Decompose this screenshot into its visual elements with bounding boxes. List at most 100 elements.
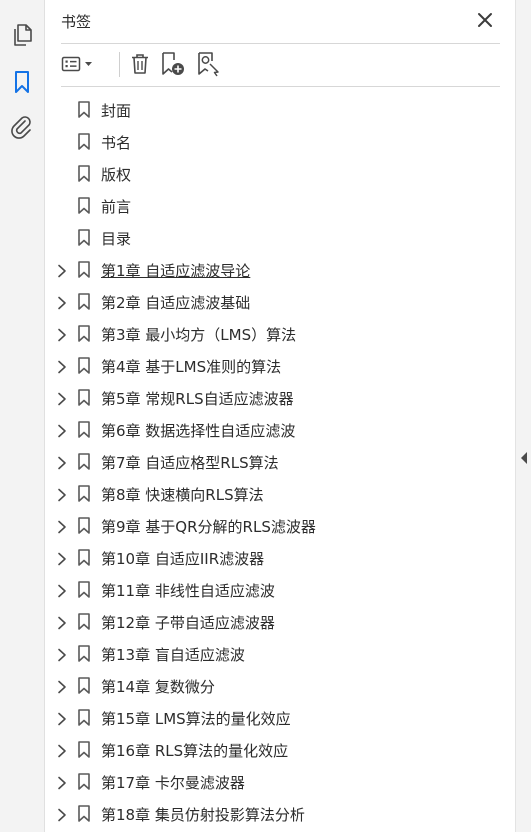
bookmark-tree: 封面书名版权前言目录第1章 自适应滤波导论 第2章 自适应滤波基础第3章 最小均方… <box>45 93 515 829</box>
bookmark-label[interactable]: 书名 <box>101 132 131 153</box>
new-bookmark-button[interactable] <box>159 52 187 76</box>
list-options-icon <box>61 56 92 72</box>
bookmark-label[interactable]: 第17章 卡尔曼滤波器 <box>101 772 245 793</box>
bookmark-item[interactable]: 第11章 非线性自适应滤波 <box>45 573 515 605</box>
bookmark-label[interactable]: 第15章 LMS算法的量化效应 <box>101 708 291 729</box>
chevron-right-icon[interactable] <box>57 263 67 278</box>
bookmark-icon <box>78 325 90 342</box>
bookmark-label[interactable]: 第1章 自适应滤波导论 <box>101 260 250 281</box>
chevron-right-icon[interactable] <box>57 519 67 534</box>
bookmark-item[interactable]: 前言 <box>45 189 515 221</box>
bookmark-label[interactable]: 第9章 基于QR分解的RLS滤波器 <box>101 516 316 537</box>
bookmark-item[interactable]: 第1章 自适应滤波导论 <box>45 253 515 285</box>
bookmark-item[interactable]: 第8章 快速横向RLS算法 <box>45 477 515 509</box>
chevron-right-icon[interactable] <box>57 423 67 438</box>
chevron-right-icon[interactable] <box>57 295 67 310</box>
bookmark-icon <box>78 133 90 150</box>
bookmark-icon <box>78 293 90 310</box>
bookmark-item[interactable]: 第15章 LMS算法的量化效应 <box>45 701 515 733</box>
bookmark-icon <box>78 613 90 630</box>
bookmark-label[interactable]: 第4章 基于LMS准则的算法 <box>101 356 281 377</box>
bookmark-label[interactable]: 前言 <box>101 196 131 217</box>
bookmark-label[interactable]: 第18章 集员仿射投影算法分析 <box>101 804 305 825</box>
bookmark-item[interactable]: 第14章 复数微分 <box>45 669 515 701</box>
bookmark-label[interactable]: 第13章 盲自适应滤波 <box>101 644 245 665</box>
chevron-right-icon[interactable] <box>57 647 67 662</box>
bookmark-item[interactable]: 版权 <box>45 157 515 189</box>
bookmark-icon <box>78 165 90 182</box>
chevron-right-icon[interactable] <box>57 743 67 758</box>
bookmark-search-icon <box>198 52 219 77</box>
bookmark-item[interactable]: 第10章 自适应IIR滤波器 <box>45 541 515 573</box>
chevron-right-icon[interactable] <box>57 551 67 566</box>
bookmark-icon <box>78 101 90 118</box>
bookmark-label[interactable]: 第14章 复数微分 <box>101 676 215 697</box>
bookmark-label[interactable]: 第2章 自适应滤波基础 <box>101 292 250 313</box>
chevron-right-icon[interactable] <box>57 327 67 342</box>
bookmark-label[interactable]: 第11章 非线性自适应滤波 <box>101 580 275 601</box>
bookmark-label[interactable]: 第10章 自适应IIR滤波器 <box>101 548 264 569</box>
chevron-right-icon[interactable] <box>57 359 67 374</box>
bookmark-item[interactable]: 第12章 子带自适应滤波器 <box>45 605 515 637</box>
bookmark-item[interactable]: 第18章 集员仿射投影算法分析 <box>45 797 515 829</box>
close-icon[interactable] <box>476 11 494 29</box>
chevron-right-icon[interactable] <box>57 487 67 502</box>
delete-bookmark-button[interactable] <box>127 52 153 76</box>
bookmark-label[interactable]: 第6章 数据选择性自适应滤波 <box>101 420 295 441</box>
chevron-right-icon[interactable] <box>57 391 67 406</box>
paperclip-icon[interactable] <box>9 114 35 140</box>
trash-icon <box>132 54 148 74</box>
bookmark-icon <box>78 581 90 598</box>
bookmark-item[interactable]: 第16章 RLS算法的量化效应 <box>45 733 515 765</box>
bookmark-icon <box>78 549 90 566</box>
bookmark-label[interactable]: 第5章 常规RLS自适应滤波器 <box>101 388 294 409</box>
bookmark-label[interactable]: 目录 <box>101 228 131 249</box>
bookmark-label[interactable]: 版权 <box>101 164 131 185</box>
chevron-right-icon[interactable] <box>57 711 67 726</box>
bookmark-icon <box>78 485 90 502</box>
collapse-panel-icon[interactable] <box>521 452 527 464</box>
bookmark-label[interactable]: 第7章 自适应格型RLS算法 <box>101 452 279 473</box>
bookmark-item[interactable]: 目录 <box>45 221 515 253</box>
bookmark-icon <box>78 805 90 822</box>
bookmark-item[interactable]: 第2章 自适应滤波基础 <box>45 285 515 317</box>
bookmark-item[interactable]: 第13章 盲自适应滤波 <box>45 637 515 669</box>
find-bookmark-button[interactable] <box>195 52 223 77</box>
chevron-right-icon[interactable] <box>57 583 67 598</box>
bookmark-icon <box>78 645 90 662</box>
bookmark-label[interactable]: 第8章 快速横向RLS算法 <box>101 484 264 505</box>
bookmark-item[interactable]: 第3章 最小均方（LMS）算法 <box>45 317 515 349</box>
chevron-right-icon[interactable] <box>57 455 67 470</box>
chevron-right-icon[interactable] <box>57 807 67 822</box>
bookmark-item[interactable]: 第4章 基于LMS准则的算法 <box>45 349 515 381</box>
bookmark-item[interactable]: 书名 <box>45 125 515 157</box>
bookmark-icon <box>78 517 90 534</box>
bookmark-item[interactable]: 第9章 基于QR分解的RLS滤波器 <box>45 509 515 541</box>
bookmark-item[interactable]: 第6章 数据选择性自适应滤波 <box>45 413 515 445</box>
bookmark-label[interactable]: 第16章 RLS算法的量化效应 <box>101 740 288 761</box>
options-menu-button[interactable] <box>61 52 97 76</box>
bookmark-item[interactable]: 第17章 卡尔曼滤波器 <box>45 765 515 797</box>
bookmark-icon <box>78 741 90 758</box>
bookmark-item[interactable]: 第7章 自适应格型RLS算法 <box>45 445 515 477</box>
panel-header: 书签 <box>61 0 500 44</box>
bookmark-icon <box>78 229 90 246</box>
bookmark-icon <box>78 453 90 470</box>
chevron-right-icon[interactable] <box>57 775 67 790</box>
left-navigation-rail <box>0 0 45 832</box>
bookmark-icon <box>78 357 90 374</box>
bookmark-label[interactable]: 第12章 子带自适应滤波器 <box>101 612 275 633</box>
bookmarks-panel: 书签 封面 书名 版权 前言 目录 第1章 自适应滤波导论 第2章 自适应滤波基… <box>45 0 515 832</box>
bookmark-label[interactable]: 第3章 最小均方（LMS）算法 <box>101 324 296 345</box>
add-bookmark-icon <box>162 52 184 75</box>
bookmark-icon[interactable] <box>9 69 35 95</box>
bookmark-item[interactable]: 封面 <box>45 93 515 125</box>
chevron-right-icon[interactable] <box>57 679 67 694</box>
bookmark-icon <box>78 261 90 278</box>
bookmark-item[interactable]: 第5章 常规RLS自适应滤波器 <box>45 381 515 413</box>
bookmarks-toolbar <box>61 43 500 87</box>
bookmark-label[interactable]: 封面 <box>101 100 131 121</box>
right-pane-strip <box>515 0 531 832</box>
chevron-right-icon[interactable] <box>57 615 67 630</box>
pages-icon[interactable] <box>9 22 35 48</box>
